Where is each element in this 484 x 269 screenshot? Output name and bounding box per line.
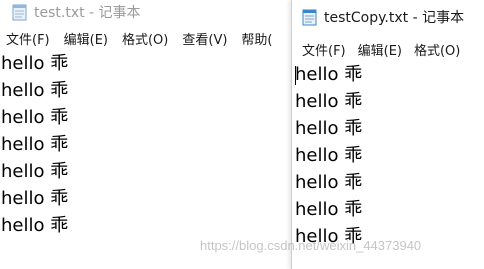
menu-bar: 文件(F) 编辑(E) 格式(O) 查看(V) 帮助( [0,27,292,49]
text-line: hello 乖 [1,53,69,74]
text-line: hello 乖 [295,199,363,220]
window-title: testCopy.txt - 记事本 [324,10,465,26]
title-bar[interactable]: testCopy.txt - 记事本 [292,5,484,29]
text-editor[interactable]: hello 乖 hello 乖 hello 乖 hello 乖 hello 乖 … [0,50,292,239]
notepad-icon [12,3,28,21]
text-caret [295,66,296,85]
title-bar[interactable]: test.txt - 记事本 [0,0,292,24]
menu-format[interactable]: 格式(O) [118,29,172,48]
text-line: hello 乖 [1,188,69,209]
text-line: hello 乖 [1,107,69,128]
menu-file[interactable]: 文件(F) [2,29,54,48]
watermark-text: https://blog.csdn.net/weixin_44373940 [200,238,422,253]
text-line: hello 乖 [295,64,363,85]
menu-file[interactable]: 文件(F) [298,40,350,59]
menu-edit[interactable]: 编辑(E) [60,29,112,48]
menu-view[interactable]: 查看(V) [178,29,231,48]
text-line: hello 乖 [1,80,69,101]
menu-bar: 文件(F) 编辑(E) 格式(O) [292,38,484,60]
text-line: hello 乖 [1,134,69,155]
text-line: hello 乖 [1,215,69,236]
notepad-icon [302,8,318,26]
window-title: test.txt - 记事本 [34,5,141,21]
text-editor[interactable]: hello 乖 hello 乖 hello 乖 hello 乖 hello 乖 … [292,61,484,250]
text-line: hello 乖 [295,118,363,139]
text-line: hello 乖 [295,145,363,166]
menu-help[interactable]: 帮助( [237,29,276,48]
notepad-window-testcopy[interactable]: testCopy.txt - 记事本 文件(F) 编辑(E) 格式(O) hel… [291,0,484,269]
text-line: hello 乖 [1,161,69,182]
menu-edit[interactable]: 编辑(E) [354,40,406,59]
notepad-window-test[interactable]: test.txt - 记事本 文件(F) 编辑(E) 格式(O) 查看(V) 帮… [0,0,292,269]
menu-format[interactable]: 格式(O) [410,40,464,59]
text-line: hello 乖 [295,172,363,193]
text-line: hello 乖 [295,91,363,112]
